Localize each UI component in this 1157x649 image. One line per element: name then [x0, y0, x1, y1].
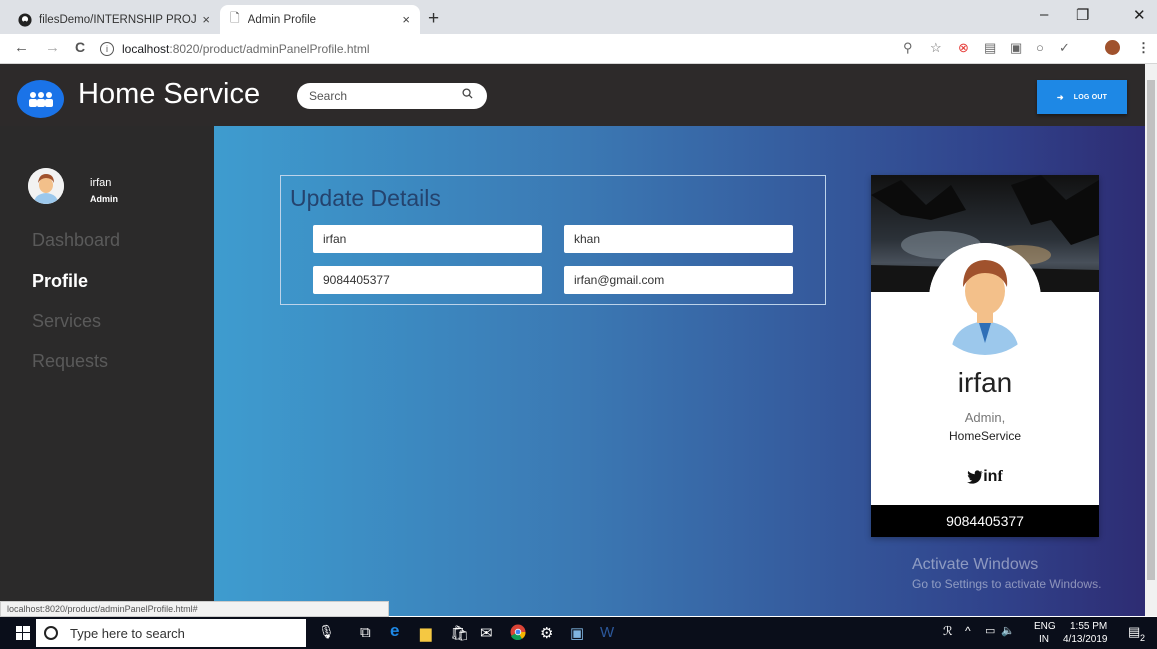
network-icon[interactable]: ▭: [985, 624, 995, 637]
sidebar-item-requests[interactable]: Requests: [32, 351, 108, 372]
github-icon: [18, 12, 32, 27]
extension-icon[interactable]: ✓: [1059, 40, 1070, 56]
card-org: HomeService: [948, 429, 1022, 443]
bookmark-star-icon[interactable]: ☆: [930, 40, 942, 56]
store-icon[interactable]: 🛍: [450, 624, 469, 642]
app-title: Home Service: [78, 78, 261, 110]
notification-count: 2: [1140, 633, 1146, 643]
url-path: :8020/product/adminPanelProfile.html: [169, 42, 370, 56]
logout-button[interactable]: ➜ LOG OUT: [1037, 80, 1127, 114]
minimize-button[interactable]: –: [1040, 6, 1048, 23]
photos-icon[interactable]: ▣: [570, 624, 584, 642]
language-code[interactable]: ENG: [1034, 621, 1056, 632]
last-name-field[interactable]: [564, 225, 793, 253]
phone-field[interactable]: [313, 266, 542, 294]
search-input[interactable]: [297, 83, 487, 109]
task-view-icon[interactable]: ⧉: [360, 624, 371, 641]
social-links: inf: [871, 468, 1099, 486]
profile-avatar-icon[interactable]: [1105, 40, 1120, 55]
tab-close-button[interactable]: ×: [402, 12, 410, 27]
extension-icon[interactable]: ○: [1036, 40, 1044, 55]
user-avatar: [28, 168, 64, 204]
close-window-button[interactable]: ✕: [1133, 6, 1146, 24]
taskbar-search-text: Type here to search: [70, 625, 185, 641]
people-icon[interactable]: ℛ: [943, 624, 953, 638]
card-phone: 9084405377: [871, 505, 1099, 537]
twitter-icon[interactable]: [967, 470, 984, 484]
search-icon[interactable]: [462, 88, 473, 102]
restore-button[interactable]: ❐: [1076, 6, 1089, 24]
users-logo-icon: [17, 80, 64, 118]
tab-admin-profile[interactable]: 🗋 Admin Profile ×: [220, 5, 420, 34]
scrollbar-thumb[interactable]: [1147, 80, 1155, 580]
activate-windows-subtitle: Go to Settings to activate Windows.: [912, 577, 1102, 591]
info-icon[interactable]: i: [100, 42, 114, 56]
extension-icon[interactable]: ▣: [1010, 40, 1022, 56]
mail-icon[interactable]: ✉: [480, 624, 493, 642]
edge-icon[interactable]: e: [390, 621, 399, 641]
forward-button[interactable]: →: [45, 39, 60, 56]
linkedin-icon[interactable]: in: [983, 468, 997, 485]
zoom-icon[interactable]: ⚲: [903, 40, 913, 56]
word-icon[interactable]: W: [600, 624, 614, 641]
facebook-icon[interactable]: f: [997, 468, 1002, 485]
file-explorer-icon[interactable]: ▆: [420, 624, 432, 642]
sidebar-user-name: irfan: [90, 177, 112, 189]
tab-github[interactable]: filesDemo/INTERNSHIP PROJECT ×: [8, 5, 220, 34]
card-name: irfan: [957, 367, 1013, 398]
tray-chevron-icon[interactable]: ^: [965, 624, 971, 638]
reload-button[interactable]: C: [75, 39, 85, 55]
windows-start-icon[interactable]: [16, 626, 30, 644]
notifications-icon[interactable]: ▤: [1128, 624, 1140, 640]
clock-date: 4/13/2019: [1063, 634, 1108, 645]
region-code: IN: [1039, 634, 1049, 645]
sidebar-item-dashboard[interactable]: Dashboard: [32, 230, 120, 251]
extension-icon[interactable]: ⊗: [958, 40, 969, 56]
card-role: Admin,: [964, 410, 1006, 425]
app-icon[interactable]: ⚙: [540, 624, 553, 642]
new-tab-button[interactable]: +: [428, 8, 439, 30]
chrome-icon[interactable]: [510, 624, 526, 644]
sidebar-item-services[interactable]: Services: [32, 311, 101, 332]
url-host: localhost: [122, 42, 170, 56]
activate-windows-title: Activate Windows: [912, 556, 1039, 573]
menu-icon[interactable]: ⋮: [1137, 40, 1150, 56]
form-title: Update Details: [290, 185, 441, 211]
first-name-field[interactable]: [313, 225, 542, 253]
logout-label: LOG OUT: [1073, 93, 1108, 101]
microphone-icon[interactable]: 🎙: [318, 624, 335, 640]
users-icon: [28, 92, 53, 107]
tab-title: filesDemo/INTERNSHIP PROJECT: [39, 13, 197, 26]
page-icon: 🗋: [230, 11, 240, 25]
cortana-icon: [44, 626, 58, 640]
tab-close-button[interactable]: ×: [202, 12, 210, 27]
status-url-bubble: localhost:8020/product/adminPanelProfile…: [0, 601, 389, 617]
clock-time[interactable]: 1:55 PM: [1070, 621, 1107, 632]
sidebar-item-profile[interactable]: Profile: [32, 271, 88, 292]
url-field[interactable]: i localhost:8020/product/adminPanelProfi…: [100, 37, 880, 61]
extension-icon[interactable]: ▤: [984, 40, 996, 56]
logout-icon: ➜: [1056, 92, 1064, 102]
email-field[interactable]: [564, 266, 793, 294]
sidebar-user-role: Admin: [90, 194, 118, 204]
volume-icon[interactable]: 🔈: [1001, 624, 1015, 637]
tab-title: Admin Profile: [247, 13, 317, 26]
back-button[interactable]: ←: [14, 39, 29, 56]
profile-avatar: [929, 243, 1041, 355]
taskbar-search[interactable]: Type here to search: [36, 619, 306, 647]
